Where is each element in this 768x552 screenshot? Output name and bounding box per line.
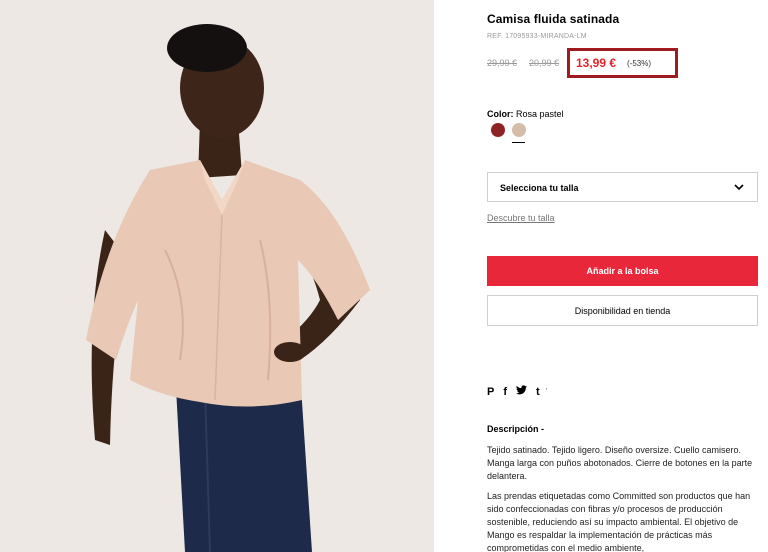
sustainability-paragraph: Las prendas etiquetadas como Committed s… [487, 491, 751, 552]
tumblr-icon[interactable]: t [536, 385, 540, 399]
size-select-placeholder: Selecciona tu talla [500, 183, 579, 193]
description-paragraph: Tejido satinado. Tejido ligero. Diseño o… [487, 445, 753, 481]
chevron-down-icon [734, 184, 744, 191]
selected-swatch-indicator [512, 142, 525, 143]
size-select[interactable]: Selecciona tu talla [487, 172, 758, 202]
original-price: 29,99 € [487, 58, 518, 68]
discount-badge: (-53%) [627, 59, 652, 68]
description-heading[interactable]: Descripción - [487, 424, 544, 434]
color-swatch-burgundy[interactable] [491, 123, 505, 137]
color-swatch-rosa-pastel[interactable] [512, 123, 526, 137]
product-info-panel: Camisa fluida satinada REF. 17095933-MIR… [487, 0, 759, 552]
pinterest-icon[interactable]: P [487, 385, 494, 399]
more-share-icon[interactable]: ' [546, 385, 547, 399]
color-selector-label: Color: Rosa pastel [487, 109, 564, 119]
store-availability-button[interactable]: Disponibilidad en tienda [487, 295, 758, 326]
selected-color-name: Rosa pastel [516, 109, 564, 119]
product-reference: REF. 17095933-MIRANDA-LM [487, 33, 587, 40]
color-label: Color: [487, 109, 514, 119]
model-photo-illustration [0, 0, 434, 552]
size-guide-link[interactable]: Descubre tu talla [487, 213, 555, 223]
previous-price: 20,99 € [529, 58, 560, 68]
price-highlight-box: 13,99 € (-53%) [567, 48, 678, 78]
sale-price: 13,99 € [576, 56, 617, 70]
product-image[interactable] [0, 0, 434, 552]
add-to-bag-button[interactable]: Añadir a la bolsa [487, 256, 758, 286]
facebook-icon[interactable]: f [503, 385, 507, 399]
share-icons: P f t ' [487, 385, 547, 399]
twitter-icon[interactable] [516, 385, 528, 399]
product-title: Camisa fluida satinada [487, 12, 620, 26]
